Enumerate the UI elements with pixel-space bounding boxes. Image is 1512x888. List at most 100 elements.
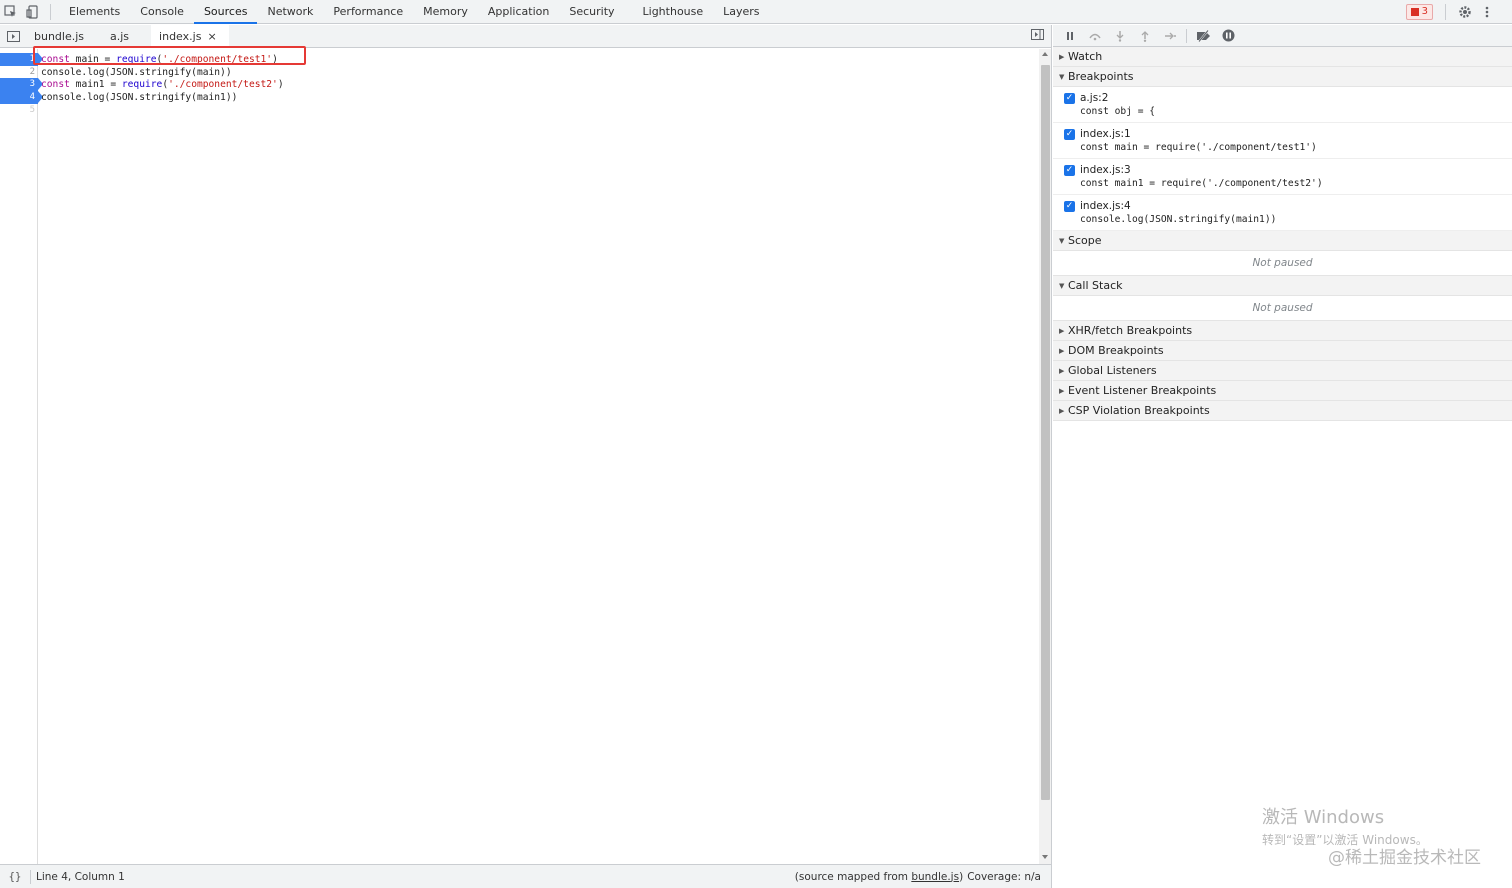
watch-section-header[interactable]: ▶ Watch — [1053, 47, 1512, 67]
tab-sources[interactable]: Sources — [193, 0, 258, 24]
editor-scrollbar[interactable] — [1039, 49, 1051, 864]
breakpoint-checkbox[interactable]: ✓ — [1064, 201, 1075, 212]
file-tab-a[interactable]: a.js — [96, 25, 141, 48]
collapsed-triangle-icon: ▶ — [1059, 366, 1065, 375]
global-listeners-header[interactable]: ▶ Global Listeners — [1053, 361, 1512, 381]
step-into-icon[interactable] — [1109, 27, 1130, 45]
toggle-navigator-icon[interactable] — [0, 25, 26, 48]
pause-icon[interactable] — [1059, 27, 1080, 45]
callstack-status: Not paused — [1053, 296, 1512, 321]
settings-gear-icon[interactable] — [1454, 0, 1476, 24]
tab-security[interactable]: Security — [559, 0, 624, 24]
breakpoint-location: index.js:3 — [1080, 164, 1131, 176]
scroll-up-icon[interactable] — [1042, 52, 1048, 56]
tab-performance[interactable]: Performance — [323, 0, 413, 24]
collapsed-triangle-icon: ▶ — [1059, 386, 1065, 395]
breakpoint-entry[interactable]: ✓ index.js:1 const main = require('./com… — [1053, 123, 1512, 159]
file-tab-label: a.js — [110, 29, 130, 43]
section-title: Event Listener Breakpoints — [1068, 384, 1217, 397]
error-count-badge[interactable]: 3 — [1405, 3, 1433, 20]
pretty-print-icon[interactable]: {} — [0, 871, 30, 883]
breakpoint-source: const obj = { — [1080, 106, 1156, 117]
csp-violation-breakpoints-header[interactable]: ▶ CSP Violation Breakpoints — [1053, 401, 1512, 421]
toggle-debugger-icon[interactable] — [1031, 29, 1045, 43]
source-map-link[interactable]: bundle.js — [911, 871, 959, 883]
file-tab-index[interactable]: index.js × — [151, 24, 229, 48]
windows-activation-watermark: 激活 Windows 转到“设置”以激活 Windows。 — [1262, 803, 1428, 848]
error-count: 3 — [1421, 6, 1428, 17]
collapsed-triangle-icon: ▶ — [1059, 406, 1065, 415]
file-tab-bundle[interactable]: bundle.js — [26, 25, 96, 48]
breakpoint-location: index.js:1 — [1080, 128, 1131, 140]
line-number-gutter[interactable]: 1 2 3 4 5 — [0, 49, 43, 864]
step-out-icon[interactable] — [1134, 27, 1155, 45]
section-title: XHR/fetch Breakpoints — [1068, 324, 1193, 337]
file-tab-label: index.js — [159, 29, 202, 43]
code-line-4[interactable]: console.log(JSON.stringify(main1)) — [41, 91, 237, 104]
more-options-icon[interactable] — [1476, 0, 1498, 24]
line-number-5[interactable]: 5 — [0, 104, 38, 117]
xhr-breakpoints-header[interactable]: ▶ XHR/fetch Breakpoints — [1053, 321, 1512, 341]
breakpoint-line-3[interactable]: 3 — [0, 78, 43, 91]
tab-lighthouse[interactable]: Lighthouse — [633, 0, 714, 24]
tab-network[interactable]: Network — [257, 0, 323, 24]
breakpoint-entry[interactable]: ✓ a.js:2 const obj = { — [1053, 87, 1512, 123]
section-title: CSP Violation Breakpoints — [1068, 404, 1210, 417]
callstack-section-header[interactable]: ▼ Call Stack — [1053, 276, 1512, 296]
file-tabbar: bundle.js a.js index.js × — [0, 24, 1051, 48]
collapsed-triangle-icon: ▶ — [1059, 326, 1065, 335]
breakpoint-entry[interactable]: ✓ index.js:3 const main1 = require('./co… — [1053, 159, 1512, 195]
toolbar-divider — [50, 3, 51, 20]
dom-breakpoints-header[interactable]: ▶ DOM Breakpoints — [1053, 341, 1512, 361]
code-line-3[interactable]: const main1 = require('./component/test2… — [41, 78, 284, 91]
breakpoint-location: a.js:2 — [1080, 92, 1109, 104]
scope-section-header[interactable]: ▼ Scope — [1053, 231, 1512, 251]
breakpoint-entry[interactable]: ✓ index.js:4 console.log(JSON.stringify(… — [1053, 195, 1512, 231]
breakpoint-line-4[interactable]: 4 — [0, 91, 43, 104]
device-toolbar-icon[interactable] — [22, 0, 44, 24]
breakpoint-checkbox[interactable]: ✓ — [1064, 129, 1075, 140]
editor-pane: bundle.js a.js index.js × 1 2 3 4 5 cons… — [0, 24, 1052, 888]
scroll-down-icon[interactable] — [1042, 855, 1048, 859]
tab-elements[interactable]: Elements — [59, 0, 130, 24]
file-tab-label: bundle.js — [34, 29, 85, 43]
tab-memory[interactable]: Memory — [413, 0, 478, 24]
site-watermark: @稀土掘金技术社区 — [1328, 848, 1481, 868]
source-map-info: (source mapped from bundle.js) — [795, 871, 963, 883]
devtools-panel-tabbar: Elements Console Sources Network Perform… — [0, 0, 1512, 24]
editor-statusbar: {} Line 4, Column 1 (source mapped from … — [0, 864, 1051, 888]
source-map-suffix: ) — [959, 870, 964, 883]
step-icon[interactable] — [1159, 27, 1180, 45]
source-map-prefix: (source mapped from — [794, 870, 912, 883]
debugger-sidebar: ▶ Watch ▼ Breakpoints ✓ a.js:2 const obj… — [1053, 25, 1512, 888]
annotation-highlight-box — [33, 46, 306, 65]
breakpoint-source: const main = require('./component/test1'… — [1080, 142, 1317, 153]
collapsed-triangle-icon: ▶ — [1059, 52, 1065, 61]
step-over-icon[interactable] — [1084, 27, 1105, 45]
tab-console[interactable]: Console — [130, 0, 194, 24]
expanded-triangle-icon: ▼ — [1059, 281, 1065, 290]
inspect-element-icon[interactable] — [0, 0, 22, 24]
watch-title: Watch — [1068, 50, 1103, 63]
deactivate-breakpoints-icon[interactable] — [1193, 27, 1214, 45]
breakpoint-location: index.js:4 — [1080, 200, 1131, 212]
tab-application[interactable]: Application — [478, 0, 559, 24]
breakpoint-checkbox[interactable]: ✓ — [1064, 165, 1075, 176]
event-listener-breakpoints-header[interactable]: ▶ Event Listener Breakpoints — [1053, 381, 1512, 401]
cursor-position: Line 4, Column 1 — [36, 870, 125, 883]
breakpoint-source: console.log(JSON.stringify(main1)) — [1080, 214, 1277, 225]
section-title: Global Listeners — [1068, 364, 1157, 377]
collapsed-triangle-icon: ▶ — [1059, 346, 1065, 355]
close-tab-icon[interactable]: × — [207, 25, 216, 48]
breakpoint-checkbox[interactable]: ✓ — [1064, 93, 1075, 104]
scrollbar-thumb[interactable] — [1041, 65, 1050, 800]
pause-on-exceptions-icon[interactable] — [1218, 27, 1239, 45]
scope-title: Scope — [1068, 234, 1102, 247]
section-title: DOM Breakpoints — [1068, 344, 1164, 357]
tab-layers[interactable]: Layers — [713, 0, 769, 24]
expanded-triangle-icon: ▼ — [1059, 236, 1065, 245]
breakpoints-section-header[interactable]: ▼ Breakpoints — [1053, 67, 1512, 87]
code-editor[interactable]: 1 2 3 4 5 const main = require('./compon… — [0, 46, 1051, 864]
watermark-line-1: 激活 Windows — [1262, 807, 1385, 828]
breakpoints-title: Breakpoints — [1068, 70, 1134, 83]
